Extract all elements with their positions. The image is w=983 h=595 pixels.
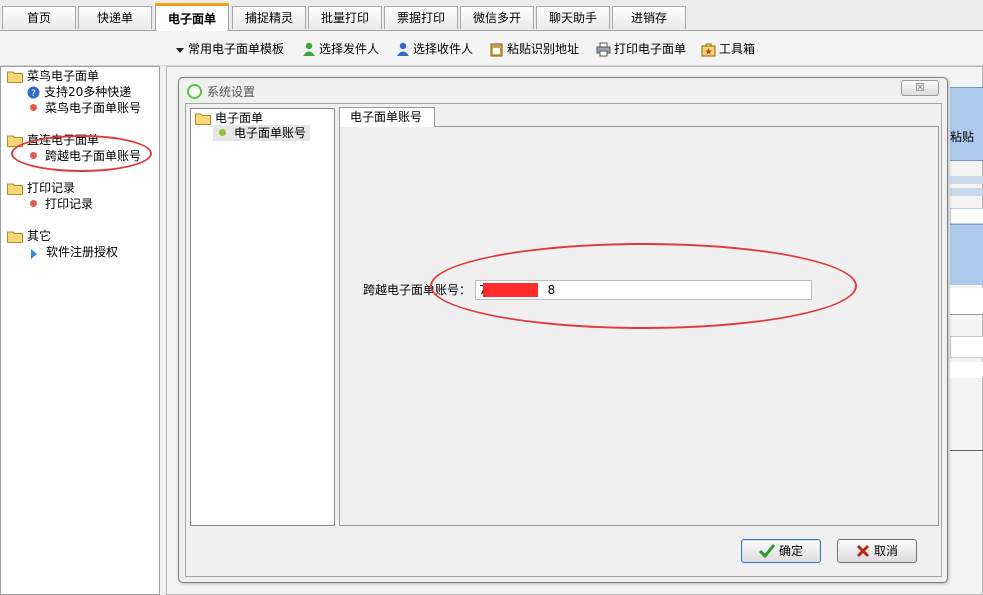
tab-capture-wizard[interactable]: 捕捉精灵 <box>232 6 306 29</box>
settings-tree-root[interactable]: 电子面单 <box>195 110 263 126</box>
checkmark-icon <box>758 544 776 559</box>
tree-group-print-log[interactable]: 打印记录 <box>7 180 75 196</box>
tree-group-other[interactable]: 其它 <box>7 228 51 244</box>
dialog-body: 电子面单 电子面单账号 电子面单账号 跨越电子面单账号： 确定 取消 <box>185 103 942 577</box>
tab-chat-assistant[interactable]: 聊天助手 <box>536 6 610 29</box>
close-icon: ☒ <box>915 81 925 94</box>
dialog-title: 系统设置 <box>207 85 256 99</box>
settings-tree-item-account[interactable]: 电子面单账号 <box>213 125 311 141</box>
clipboard-icon <box>490 43 503 57</box>
tab-receipt-print[interactable]: 票据打印 <box>384 6 458 29</box>
paste-column-label: 粘贴 <box>950 130 975 144</box>
tree-item-label: 支持20多种快递 <box>44 85 132 99</box>
folder-icon <box>195 113 211 125</box>
settings-tree-root-label: 电子面单 <box>215 111 264 125</box>
toolbox-button[interactable]: 工具箱 <box>701 40 755 58</box>
toolbox-label: 工具箱 <box>719 42 756 56</box>
tree-item-print-log[interactable]: 打印记录 <box>30 196 93 212</box>
main-tab-bar: 首页 快递单 电子面单 捕捉精灵 批量打印 票据打印 微信多开 聊天助手 进销存 <box>0 0 983 31</box>
waybill-account-panel: 跨越电子面单账号： <box>339 126 939 526</box>
sender-user-icon <box>303 42 315 56</box>
select-sender-label: 选择发件人 <box>319 42 380 56</box>
kuayue-account-label: 跨越电子面单账号： <box>363 283 472 297</box>
svg-text:?: ? <box>31 89 36 99</box>
tree-group-label: 菜鸟电子面单 <box>27 69 100 83</box>
ok-label: 确定 <box>778 544 803 558</box>
settings-tree-item-label: 电子面单账号 <box>234 126 307 140</box>
tree-item-cainiao-account[interactable]: 菜鸟电子面单账号 <box>30 100 141 116</box>
settings-tree: 电子面单 电子面单账号 <box>190 108 335 526</box>
help-icon: ? <box>27 86 40 99</box>
app-status-icon <box>187 84 202 99</box>
paste-address-label: 粘贴识别地址 <box>507 42 580 56</box>
tree-group-direct[interactable]: 直连电子面单 <box>7 132 99 148</box>
tree-item-label: 软件注册授权 <box>46 245 119 259</box>
tree-item-label: 跨越电子面单账号 <box>45 149 142 163</box>
tree-group-label: 直连电子面单 <box>27 133 100 147</box>
tab-express-bill[interactable]: 快递单 <box>78 6 152 29</box>
dropdown-arrow-icon <box>176 47 184 53</box>
print-waybill-button[interactable]: 打印电子面单 <box>596 40 686 58</box>
tree-group-label: 其它 <box>27 229 52 243</box>
ok-button[interactable]: 确定 <box>741 539 821 563</box>
play-arrow-icon <box>31 249 37 259</box>
tab-electronic-waybill[interactable]: 电子面单 <box>155 3 229 31</box>
bg-panel-block <box>950 224 983 285</box>
tree-group-label: 打印记录 <box>27 181 76 195</box>
status-dot-icon <box>219 129 226 136</box>
bg-row <box>950 450 983 451</box>
dialog-title-bar: 系统设置 <box>187 83 255 101</box>
tab-home[interactable]: 首页 <box>2 6 76 29</box>
redaction-mark <box>483 283 538 297</box>
status-dot-icon <box>30 200 37 207</box>
tree-item-label: 菜鸟电子面单账号 <box>45 101 142 115</box>
paste-address-button[interactable]: 粘贴识别地址 <box>489 40 579 58</box>
bg-row <box>950 188 983 196</box>
tree-item-support-express[interactable]: ? 支持20多种快递 <box>27 84 131 100</box>
cross-icon <box>856 544 870 558</box>
toolbar: 常用电子面单模板 选择发件人 选择收件人 粘贴识别地址 打印电子面单 工具箱 <box>0 31 983 66</box>
cancel-button[interactable]: 取消 <box>837 539 917 563</box>
folder-icon <box>7 231 23 243</box>
tree-item-label: 打印记录 <box>45 197 94 211</box>
bg-row <box>950 176 983 184</box>
folder-icon <box>7 183 23 195</box>
toolbox-icon <box>701 43 716 56</box>
system-settings-dialog: 系统设置 ☒ 电子面单 电子面单账号 电子面单账号 跨越电子面单账号： 确定 取… <box>178 77 948 583</box>
bg-row <box>950 288 983 315</box>
tab-inventory[interactable]: 进销存 <box>612 6 686 29</box>
tree-item-register[interactable]: 软件注册授权 <box>30 244 118 260</box>
cancel-label: 取消 <box>873 544 898 558</box>
status-dot-icon <box>30 104 37 111</box>
print-waybill-label: 打印电子面单 <box>614 42 687 56</box>
status-dot-icon <box>30 152 37 159</box>
printer-icon <box>596 42 611 57</box>
bg-panel-header: 粘贴 <box>950 87 983 161</box>
bg-row <box>950 362 983 378</box>
tree-item-kuayue-account[interactable]: 跨越电子面单账号 <box>30 148 141 164</box>
tab-batch-print[interactable]: 批量打印 <box>308 6 382 29</box>
close-button[interactable]: ☒ <box>901 80 939 96</box>
receiver-user-icon <box>397 42 409 56</box>
tab-waybill-account[interactable]: 电子面单账号 <box>339 107 435 127</box>
left-nav-tree: 菜鸟电子面单 ? 支持20多种快递 菜鸟电子面单账号 直连电子面单 跨越电子面单账… <box>0 66 160 595</box>
bg-row <box>950 208 983 224</box>
tab-wechat-multi[interactable]: 微信多开 <box>460 6 534 29</box>
folder-icon <box>7 135 23 147</box>
folder-icon <box>7 71 23 83</box>
template-menu-button[interactable]: 常用电子面单模板 <box>175 40 284 58</box>
select-receiver-label: 选择收件人 <box>413 42 474 56</box>
template-menu-label: 常用电子面单模板 <box>188 42 285 56</box>
select-receiver-button[interactable]: 选择收件人 <box>396 40 473 58</box>
select-sender-button[interactable]: 选择发件人 <box>302 40 379 58</box>
bg-row <box>950 336 983 358</box>
tree-group-cainiao[interactable]: 菜鸟电子面单 <box>7 68 99 84</box>
